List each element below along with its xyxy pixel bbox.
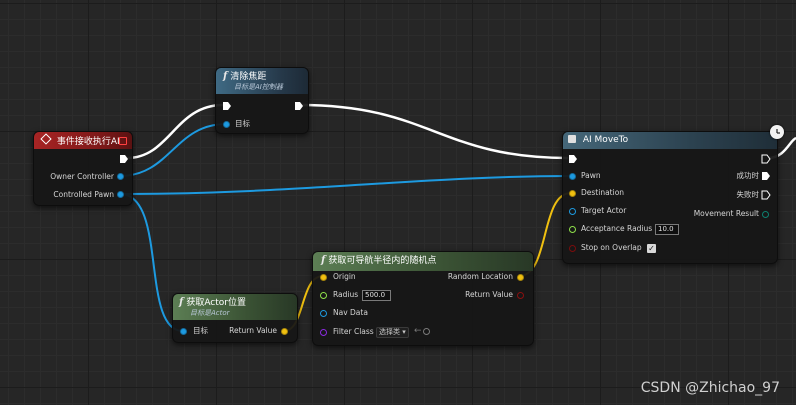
exec-in-pin[interactable] (568, 154, 578, 164)
pin-label-random-location: Random Location (447, 272, 513, 281)
pin-label-target-actor: Target Actor (581, 206, 627, 215)
pin-acceptance-radius[interactable] (569, 226, 576, 233)
pin-label-origin: Origin (333, 272, 356, 281)
pin-radius[interactable] (320, 292, 327, 299)
function-icon: f (321, 255, 326, 266)
watermark: CSDN @Zhichao_97 (640, 380, 780, 396)
pin-nav-data[interactable] (320, 310, 327, 317)
get-actor-location-subtitle: 目标是Actor (190, 309, 230, 317)
clear-focus-title: 清除焦距 (230, 72, 267, 82)
pin-random-location[interactable] (517, 274, 524, 281)
pin-label-target: 目标 (235, 119, 250, 128)
pin-label-destination: Destination (581, 188, 625, 197)
pin-pawn[interactable] (569, 173, 576, 180)
pin-destination[interactable] (569, 190, 576, 197)
browse-search-icon[interactable] (423, 328, 430, 335)
exec-out-pin[interactable] (119, 154, 129, 164)
function-node-get-actor-location[interactable]: f 获取Actor位置 目标是Actor 目标 Return Value (172, 293, 298, 343)
exec-out-pin-on-fail[interactable] (761, 190, 771, 200)
event-diamond-icon (40, 133, 52, 145)
pin-label-filter-class: Filter Class (333, 327, 374, 336)
latent-node-ai-move-to[interactable]: AI MoveTo Pawn Destination Target Actor … (562, 131, 778, 264)
pin-label-radius: Radius (333, 290, 359, 299)
pin-label-nav-data: Nav Data (333, 308, 368, 317)
event-node-title: 事件接收执行AI (56, 137, 120, 147)
function-node-clear-focus[interactable]: f 清除焦距 目标是AI控制器 目标 (215, 67, 309, 134)
delegate-pin-icon[interactable] (119, 137, 127, 145)
pin-target[interactable] (223, 121, 230, 128)
pin-return-value[interactable] (517, 292, 524, 299)
function-node-get-random-reachable-point[interactable]: f 获取可导航半径内的随机点 Origin Radius 500.0 Nav Da… (312, 251, 534, 346)
pin-target-actor[interactable] (569, 208, 576, 215)
event-node-receive-execute-ai[interactable]: 事件接收执行AI Owner Controller Controlled Paw… (33, 131, 133, 206)
filter-class-select-value: 选择类 (379, 328, 400, 336)
exec-wire-event-to-clear-focus (126, 103, 224, 160)
chevron-down-icon: ▾ (402, 328, 406, 336)
clear-focus-subtitle: 目标是AI控制器 (234, 83, 283, 91)
exec-wire-clear-focus-to-moveto (299, 103, 569, 160)
pin-label-pawn: Pawn (581, 171, 601, 180)
filter-class-select[interactable]: 选择类 ▾ (376, 327, 409, 338)
wire-pawn-to-moveto-pawn (119, 175, 572, 195)
pin-label-on-success: 成功时 (736, 171, 760, 180)
event-node-header: 事件接收执行AI (34, 132, 132, 149)
pin-label-acceptance-radius: Acceptance Radius (581, 224, 653, 233)
function-icon: f (179, 297, 184, 308)
pin-filter-class[interactable] (320, 329, 327, 336)
get-actor-location-title: 获取Actor位置 (186, 298, 246, 308)
ai-move-to-title: AI MoveTo (582, 135, 629, 145)
exec-in-pin[interactable] (222, 101, 232, 111)
pin-label-movement-result: Movement Result (693, 209, 759, 218)
use-selected-arrow-icon[interactable]: ← (414, 326, 422, 336)
pin-label-stop-on-overlap: Stop on Overlap (581, 243, 642, 252)
pin-movement-result[interactable] (762, 211, 769, 218)
pin-owner-controller[interactable] (117, 173, 124, 180)
exec-out-pin-unnamed[interactable] (761, 154, 771, 164)
function-icon: f (223, 71, 228, 82)
pin-label-target: 目标 (193, 326, 208, 335)
stop-on-overlap-checkbox[interactable]: ✓ (647, 244, 656, 253)
pin-origin[interactable] (320, 274, 327, 281)
clear-focus-header: f 清除焦距 目标是AI控制器 (216, 68, 308, 94)
latent-clock-icon (770, 125, 784, 139)
pin-target[interactable] (180, 328, 187, 335)
pin-label-controlled-pawn: Controlled Pawn (53, 190, 114, 199)
pin-return-value[interactable] (281, 328, 288, 335)
acceptance-radius-input[interactable]: 10.0 (655, 224, 679, 235)
ai-move-to-header: AI MoveTo (563, 132, 777, 149)
pin-label-owner-controller: Owner Controller (50, 172, 114, 181)
pin-label-return-value: Return Value (229, 326, 277, 335)
pin-controlled-pawn[interactable] (117, 191, 124, 198)
exec-out-pin[interactable] (294, 101, 304, 111)
radius-value-input[interactable]: 500.0 (362, 290, 391, 301)
pin-stop-on-overlap[interactable] (569, 245, 576, 252)
get-random-point-title: 获取可导航半径内的随机点 (328, 256, 437, 266)
get-actor-location-header: f 获取Actor位置 目标是Actor (173, 294, 297, 320)
get-random-point-header: f 获取可导航半径内的随机点 (313, 252, 533, 271)
exec-out-pin-on-success[interactable] (761, 171, 771, 181)
node-type-icon (568, 135, 576, 143)
pin-label-on-fail: 失败时 (736, 190, 760, 199)
pin-label-return-value: Return Value (465, 290, 513, 299)
